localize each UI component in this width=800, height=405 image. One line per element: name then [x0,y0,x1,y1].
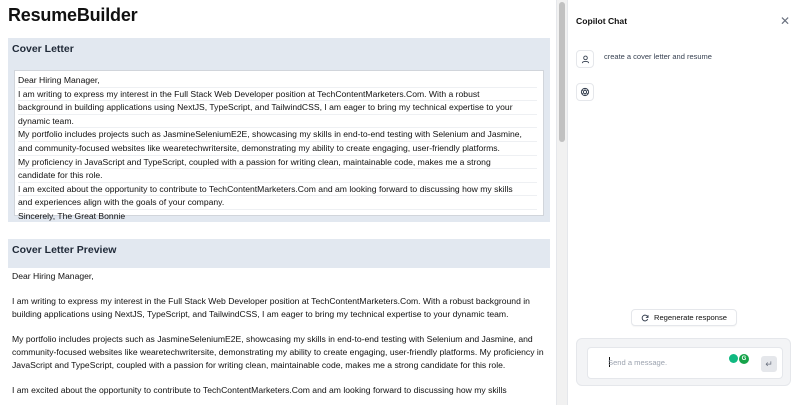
cover-letter-line: and community-focused websites like wear… [18,142,537,156]
cover-letter-panel: Cover Letter Dear Hiring Manager, I am w… [8,38,550,222]
send-icon: ↵ [765,359,773,369]
copilot-title: Copilot Chat [576,16,628,26]
close-button[interactable]: ✕ [778,14,792,28]
cover-letter-line: I am writing to express my interest in t… [18,88,537,102]
close-icon: ✕ [779,14,791,28]
app-title: ResumeBuilder [8,5,138,25]
preview-heading: Cover Letter Preview [12,244,117,256]
preview-body: Dear Hiring Manager, I am writing to exp… [8,270,550,405]
main-content: ResumeBuilder Cover Letter Dear Hiring M… [0,0,556,405]
user-icon [581,55,589,63]
grammarly-icon[interactable]: G [739,354,749,364]
cover-letter-line: and experiences align with the goals of … [18,196,537,210]
regenerate-label: Regenerate response [653,313,728,322]
copilot-chat-panel: Copilot Chat ✕ create a cover letter and… [567,0,800,405]
cover-letter-heading: Cover Letter [12,43,74,55]
preview-paragraph: I am excited about the opportunity to co… [12,384,507,395]
preview-panel-header: Cover Letter Preview [8,239,550,268]
cover-letter-line: I am excited about the opportunity to co… [18,183,537,197]
cover-letter-line: candidate for this role. [18,169,537,183]
assistant-message [576,83,594,101]
cover-letter-line: My proficiency in JavaScript and TypeScr… [18,156,537,170]
chat-input-area: G ↵ [576,338,791,386]
cover-letter-line: Dear Hiring Manager, [18,74,537,88]
regenerate-response-button[interactable]: Regenerate response [631,309,737,326]
cover-letter-line: background in building applications usin… [18,101,537,115]
scrollbar-thumb[interactable] [559,2,565,142]
refresh-icon [641,314,649,321]
assistant-avatar [576,83,594,101]
cover-letter-line: dynamic team. [18,115,537,129]
user-message: create a cover letter and resume [576,50,712,68]
user-message-text: create a cover letter and resume [604,52,712,61]
cover-letter-textarea[interactable]: Dear Hiring Manager, I am writing to exp… [14,70,544,221]
preview-paragraph: My portfolio includes projects such as J… [12,334,544,370]
preview-paragraph: I am writing to express my interest in t… [12,296,530,319]
chat-input-box[interactable]: G ↵ [587,347,783,379]
openai-icon [580,87,590,97]
cover-letter-line: My portfolio includes projects such as J… [18,128,537,142]
preview-paragraph: Dear Hiring Manager, [12,271,94,281]
message-input[interactable] [608,358,728,367]
main-scrollbar[interactable] [556,0,567,405]
send-button[interactable]: ↵ [761,356,777,372]
user-avatar [576,50,594,68]
extension-icon[interactable] [729,354,738,363]
cover-letter-line: Sincerely, The Great Bonnie [18,210,126,221]
